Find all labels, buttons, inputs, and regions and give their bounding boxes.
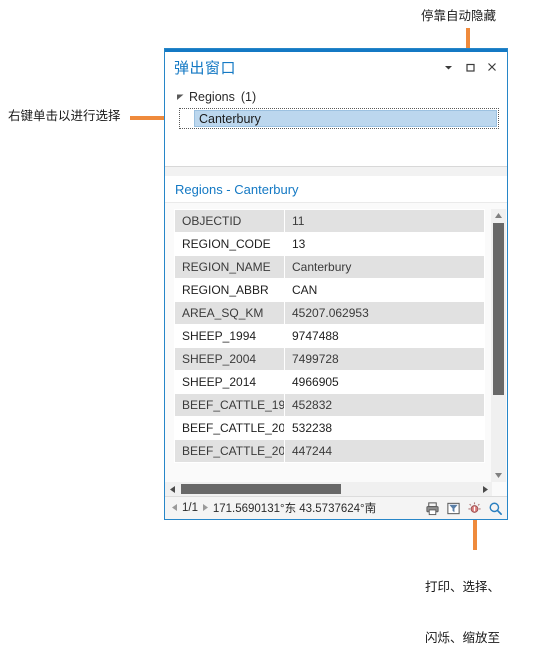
attribute-field-value: 4966905 <box>284 370 485 394</box>
popup-window: 弹出窗口 Regions (1) Canterbury Regions - Ca… <box>164 48 508 520</box>
status-bar: 1/1 171.5690131°东 43.5737624°南 <box>165 496 507 519</box>
tree-root-label: Regions <box>189 89 235 104</box>
attribute-table-container: OBJECTID 11 REGION_CODE 13 REGION_NAME Canter… <box>165 203 507 496</box>
status-tool-buttons <box>424 500 503 516</box>
table-row[interactable]: SHEEP_2014 4966905 <box>174 370 485 394</box>
annotation-left: 右键单击以进行选择 <box>8 109 121 123</box>
table-vertical-scrollbar[interactable] <box>491 209 506 482</box>
printer-icon[interactable] <box>424 500 440 516</box>
next-page-icon[interactable] <box>202 501 209 515</box>
feature-tree: Regions (1) Canterbury <box>165 82 507 166</box>
attribute-field-name: AREA_SQ_KM <box>174 301 285 325</box>
close-icon[interactable] <box>481 56 503 78</box>
table-row[interactable]: BEEF_CATTLE_1994452832 <box>174 393 485 417</box>
table-row[interactable]: SHEEP_1994 9747488 <box>174 324 485 348</box>
attribute-field-name: BEEF_CATTLE_1994 <box>174 393 285 417</box>
annotation-top-right: 停靠自动隐藏 <box>421 9 497 23</box>
attribute-field-name: SHEEP_2014 <box>174 370 285 394</box>
attribute-field-value: 13 <box>284 232 485 256</box>
annotation-bottom: 打印、选择、 闪烁、缩放至 <box>425 545 500 664</box>
scroll-right-icon[interactable] <box>478 485 492 494</box>
scroll-up-icon[interactable] <box>491 209 506 222</box>
table-row[interactable]: SHEEP_2004 7499728 <box>174 347 485 371</box>
attribute-field-name: BEEF_CATTLE_2014 <box>174 439 285 463</box>
table-row[interactable]: REGION_ABBR CAN <box>174 278 485 302</box>
panel-titlebar: 弹出窗口 <box>165 52 507 82</box>
table-row[interactable]: BEEF_CATTLE_2004532238 <box>174 416 485 440</box>
flash-icon[interactable] <box>466 500 482 516</box>
table-row[interactable]: REGION_CODE 13 <box>174 232 485 256</box>
attribute-field-value: CAN <box>284 278 485 302</box>
panel-divider <box>165 166 507 176</box>
attribute-field-name: BEEF_CATTLE_2004 <box>174 416 285 440</box>
attribute-field-name: REGION_NAME <box>174 255 285 279</box>
attribute-field-name: REGION_CODE <box>174 232 285 256</box>
table-row[interactable]: BEEF_CATTLE_2014447244 <box>174 439 485 463</box>
page-indicator: 1/1 <box>182 502 198 514</box>
page-title: 弹出窗口 <box>174 59 237 77</box>
attribute-field-value: 447244 <box>284 439 485 463</box>
tree-root-count: (1) <box>240 89 257 104</box>
attribute-field-value: Canterbury <box>284 255 485 279</box>
annotation-bottom-line2: 闪烁、缩放至 <box>425 631 501 645</box>
horizontal-scroll-thumb[interactable] <box>181 484 341 494</box>
tree-focus-rect: Canterbury <box>179 108 499 129</box>
attribute-field-value: 45207.062953 <box>284 301 485 325</box>
section-header: Regions - Canterbury <box>165 176 507 203</box>
maximize-icon[interactable] <box>459 56 481 78</box>
prev-page-icon[interactable] <box>171 501 178 515</box>
attribute-field-name: SHEEP_2004 <box>174 347 285 371</box>
table-row[interactable]: OBJECTID 11 <box>174 209 485 233</box>
table-horizontal-scrollbar[interactable] <box>165 482 492 496</box>
tree-item-canterbury[interactable]: Canterbury <box>194 110 497 127</box>
attribute-field-value: 452832 <box>284 393 485 417</box>
attribute-field-value: 532238 <box>284 416 485 440</box>
scroll-left-icon[interactable] <box>165 485 179 494</box>
pager: 1/1 <box>171 501 209 515</box>
attribute-table: OBJECTID 11 REGION_CODE 13 REGION_NAME Canter… <box>174 209 485 463</box>
attribute-field-value: 11 <box>284 209 485 233</box>
horizontal-scroll-track[interactable] <box>179 482 478 496</box>
coordinates-readout: 171.5690131°东 43.5737624°南 <box>212 503 377 515</box>
table-row[interactable]: AREA_SQ_KM 45207.062953 <box>174 301 485 325</box>
annotation-bottom-line1: 打印、选择、 <box>425 580 501 594</box>
attribute-field-name: SHEEP_1994 <box>174 324 285 348</box>
table-row[interactable]: REGION_NAME Canterbury <box>174 255 485 279</box>
select-feature-icon[interactable] <box>445 500 461 516</box>
attribute-field-name: REGION_ABBR <box>174 278 285 302</box>
attribute-field-name: OBJECTID <box>174 209 285 233</box>
scroll-down-icon[interactable] <box>491 469 506 482</box>
attribute-field-value: 7499728 <box>284 347 485 371</box>
chevron-down-icon[interactable] <box>437 56 459 78</box>
collapse-arrow-icon[interactable] <box>176 92 189 101</box>
attribute-field-value: 9747488 <box>284 324 485 348</box>
vertical-scroll-thumb[interactable] <box>493 223 504 395</box>
attribute-table-body: OBJECTID 11 REGION_CODE 13 REGION_NAME Canter… <box>174 209 485 463</box>
magnifier-icon[interactable] <box>487 500 503 516</box>
tree-root-row[interactable]: Regions (1) <box>165 87 507 106</box>
